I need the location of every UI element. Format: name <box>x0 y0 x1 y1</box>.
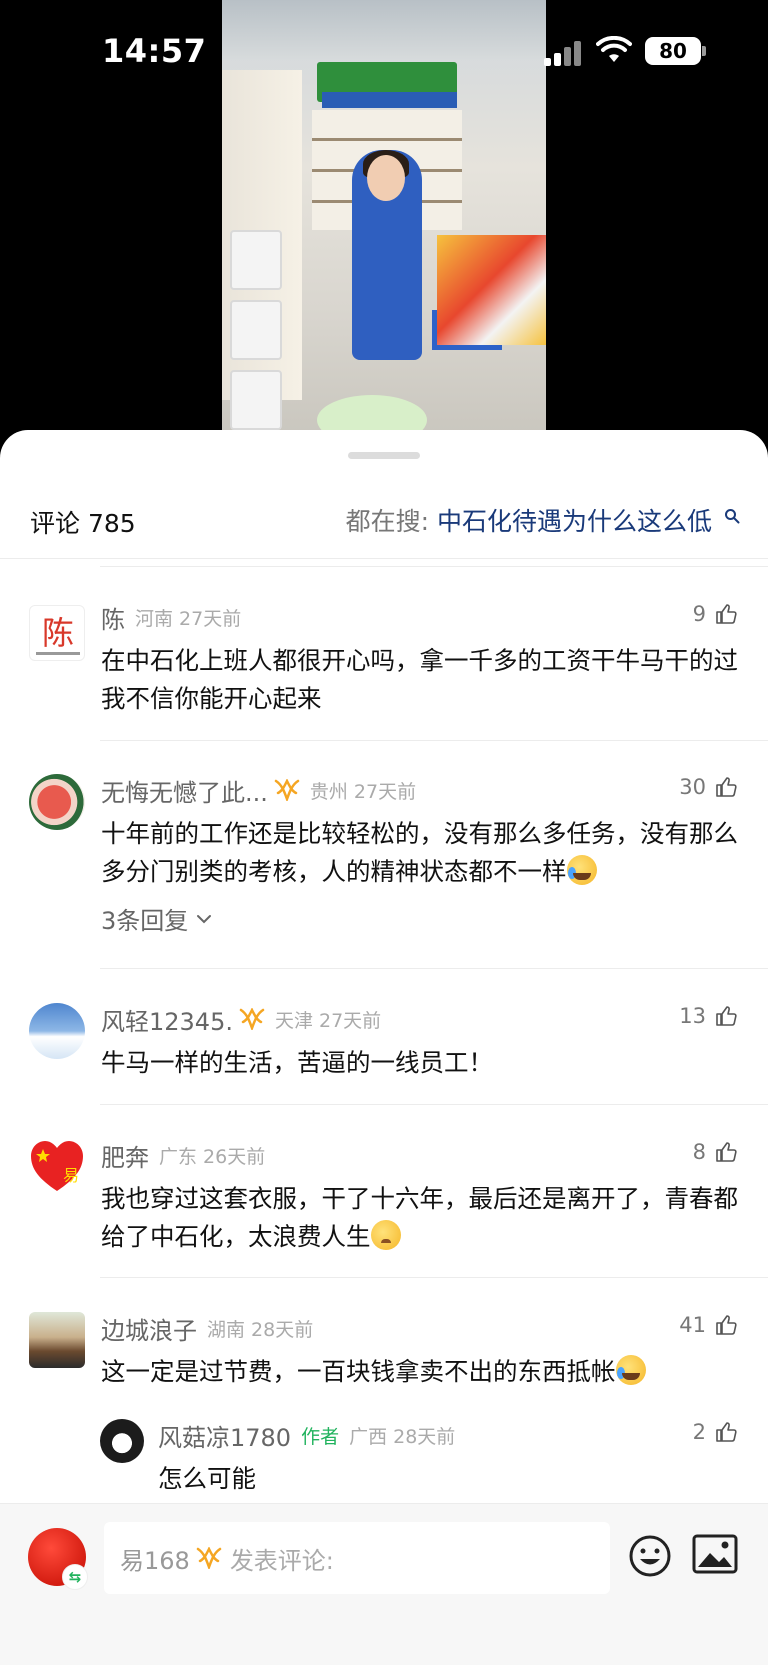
username[interactable]: 边城浪子 <box>101 1311 197 1346</box>
like-count: 2 <box>692 1420 706 1444</box>
username[interactable]: 肥奔 <box>101 1138 149 1173</box>
comments-sheet: 评论 785 都在搜: 中石化待遇为什么这么低 陈 陈 河南 27天前 9 在中… <box>0 430 768 1665</box>
timestamp: 28天前 <box>251 1318 314 1341</box>
timestamp: 28天前 <box>393 1425 456 1448</box>
timestamp: 27天前 <box>319 1009 382 1032</box>
comment-meta: 陈 河南 27天前 <box>101 600 241 634</box>
location: 贵州 <box>309 780 348 803</box>
avatar[interactable]: 陈 <box>29 605 85 661</box>
like-count: 9 <box>692 602 706 626</box>
like-count: 8 <box>692 1140 706 1164</box>
comments-header: 评论 785 都在搜: 中石化待遇为什么这么低 <box>0 486 768 558</box>
location: 河南 <box>135 607 174 630</box>
reply-meta: 风菇凉1780 作者 广西 28天前 <box>158 1418 455 1452</box>
avatar[interactable] <box>29 774 85 830</box>
avatar[interactable]: 易 <box>29 1139 85 1195</box>
battery-tip <box>702 46 706 56</box>
username[interactable]: 风菇凉1780 <box>158 1418 291 1453</box>
comment-text: 这一定是过节费，一百块钱拿卖不出的东西抵帐 <box>101 1353 741 1391</box>
comment-text-content: 这一定是过节费，一百块钱拿卖不出的东西抵帐 <box>101 1357 616 1386</box>
timestamp: 27天前 <box>353 780 417 803</box>
comment-text: 我也穿过这套衣服，干了十六年，最后还是离开了，青春都给了中石化，太浪费人生 <box>101 1180 741 1256</box>
search-icon <box>725 509 740 524</box>
avatar[interactable] <box>29 1312 85 1368</box>
comment-input[interactable]: 易168 发表评论: <box>104 1522 610 1594</box>
divider <box>100 740 768 741</box>
location: 广西 <box>349 1425 388 1448</box>
divider <box>100 968 768 969</box>
comment-meta: 边城浪子 湖南 28天前 <box>101 1311 313 1345</box>
like-button[interactable]: 9 <box>693 602 738 626</box>
username[interactable]: 无悔无憾了此... <box>101 773 268 808</box>
like-button[interactable]: 13 <box>679 1004 738 1028</box>
username[interactable]: 风轻12345. <box>101 1002 233 1037</box>
like-button[interactable]: 2 <box>693 1420 738 1444</box>
reply-count: 3条回复 <box>101 907 189 935</box>
location: 广东 <box>159 1145 198 1168</box>
location: 湖南 <box>207 1318 246 1341</box>
view-replies-button[interactable]: 3条回复 <box>101 901 212 936</box>
comment-placeholder: 发表评论: <box>229 1546 334 1575</box>
comment-meta: 肥奔 广东 26天前 <box>101 1138 265 1172</box>
thumbs-up-icon <box>716 604 737 624</box>
thumbs-up-icon <box>716 1422 737 1442</box>
avatar[interactable] <box>29 1003 85 1059</box>
comment-count: 评论 785 <box>30 509 136 538</box>
comment-meta: 风轻12345. 天津 27天前 <box>101 1002 381 1036</box>
comment-text: 牛马一样的生活，苦逼的一线员工！ <box>101 1048 493 1077</box>
thumbs-up-icon <box>716 1315 737 1335</box>
like-count: 30 <box>679 775 706 799</box>
comment-text-content: 我也穿过这套衣服，干了十六年，最后还是离开了，青春都给了中石化，太浪费人生 <box>101 1184 738 1251</box>
cellular-signal-icon <box>544 38 584 66</box>
header-divider <box>0 558 768 559</box>
divider <box>100 1104 768 1105</box>
vip-badge-icon <box>239 1008 265 1030</box>
image-icon[interactable] <box>692 1534 738 1574</box>
author-tag: 作者 <box>301 1425 340 1448</box>
laugh-cry-emoji-icon <box>566 855 597 885</box>
status-bar: 14:57 80 <box>0 0 768 100</box>
like-button[interactable]: 8 <box>693 1140 738 1164</box>
vip-badge-icon <box>274 779 300 801</box>
wifi-icon <box>596 36 632 62</box>
trending-search-link[interactable]: 都在搜: 中石化待遇为什么这么低 <box>346 502 740 538</box>
search-hint-label: 都在搜: <box>345 507 430 536</box>
search-hint-query[interactable]: 中石化待遇为什么这么低 <box>437 507 712 536</box>
like-button[interactable]: 30 <box>679 775 738 799</box>
smiley-icon[interactable] <box>628 1534 672 1578</box>
comment-text-content: 十年前的工作还是比较轻松的，没有那么多任务，没有那么多分门别类的考核，人的精神状… <box>101 819 738 886</box>
username[interactable]: 陈 <box>101 600 125 635</box>
comment-text: 在中石化上班人都很开心吗，拿一千多的工资干牛马干的过我不信你能开心起来 <box>101 646 738 713</box>
thumbs-up-icon <box>716 777 737 797</box>
divider <box>100 1277 768 1278</box>
vip-badge-icon <box>196 1547 222 1569</box>
like-count: 13 <box>679 1004 706 1028</box>
battery-level: 80 <box>645 37 701 65</box>
comment-input-bar: ⇆ 易168 发表评论: <box>0 1503 768 1665</box>
like-button[interactable]: 41 <box>679 1313 738 1337</box>
status-time: 14:57 <box>102 32 207 70</box>
thumbs-up-icon <box>716 1142 737 1162</box>
like-count: 41 <box>679 1313 706 1337</box>
chevron-down-icon <box>197 914 212 923</box>
avatar-glyph: 陈 <box>42 614 74 652</box>
avatar[interactable] <box>100 1419 144 1463</box>
location: 天津 <box>274 1009 313 1032</box>
timestamp: 26天前 <box>203 1145 266 1168</box>
laugh-cry-emoji-icon <box>615 1355 646 1385</box>
comment-text: 十年前的工作还是比较轻松的，没有那么多任务，没有那么多分门别类的考核，人的精神状… <box>101 815 741 891</box>
sad-emoji-icon <box>370 1220 401 1250</box>
header-divider-inner <box>100 566 768 567</box>
thumbs-up-icon <box>716 1006 737 1026</box>
my-username: 易168 <box>120 1546 190 1575</box>
account-switch-icon[interactable]: ⇆ <box>62 1564 88 1590</box>
timestamp: 27天前 <box>179 607 242 630</box>
svg-text:易: 易 <box>63 1166 79 1185</box>
comment-meta: 无悔无憾了此... 贵州 27天前 <box>101 773 416 807</box>
drag-handle[interactable] <box>348 452 420 459</box>
reply-text: 怎么可能 <box>158 1464 256 1493</box>
